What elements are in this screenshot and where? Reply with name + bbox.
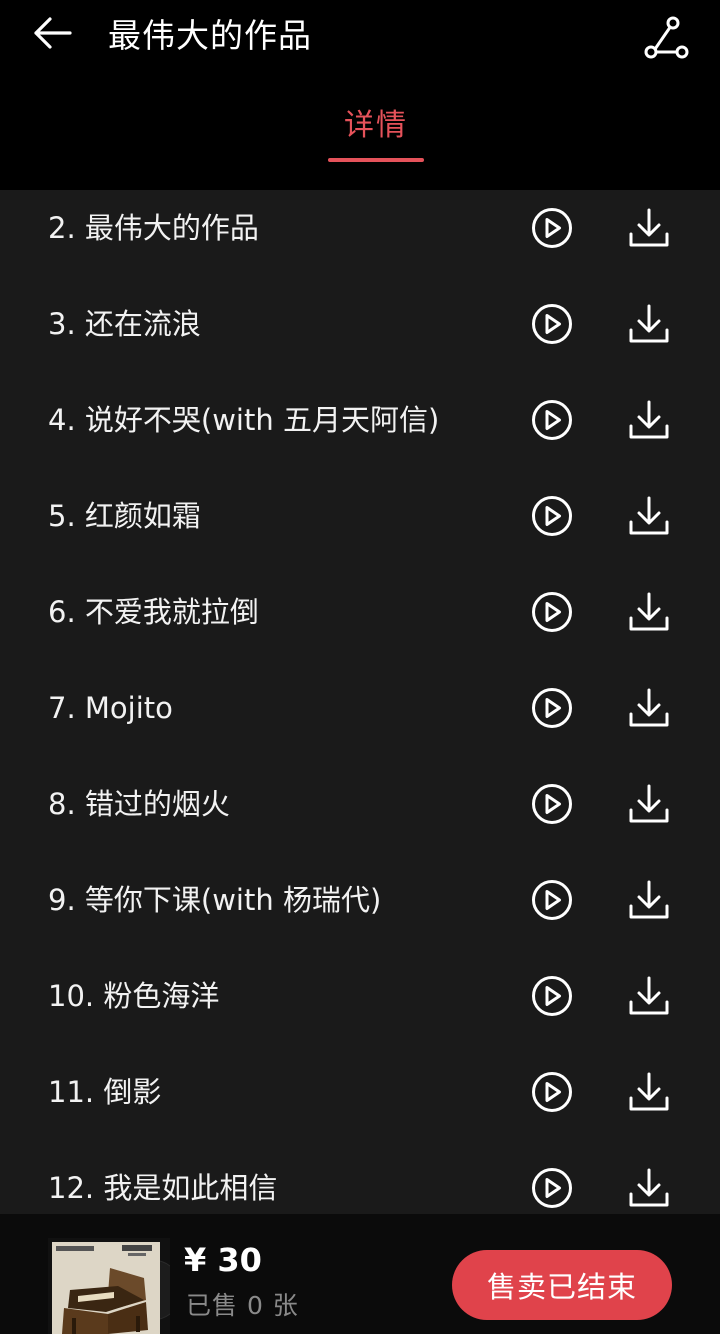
download-icon [629,784,669,823]
share-icon [644,16,689,59]
track-title: 12. 我是如此相信 [48,1171,278,1205]
play-circle-icon [532,784,572,824]
play-button[interactable] [526,682,578,734]
play-button[interactable] [526,394,578,446]
price: ¥ 30 [184,1241,262,1279]
track-title: 8. 错过的烟火 [48,787,230,821]
sold-count: 已售 0 张 [186,1291,299,1320]
download-button[interactable] [623,1162,675,1214]
play-circle-icon [532,880,572,920]
download-icon [629,1072,669,1111]
track-row[interactable]: 11. 倒影 [0,1054,720,1150]
play-button[interactable] [526,778,578,830]
play-button[interactable] [526,1162,578,1214]
track-row[interactable]: 8. 错过的烟火 [0,766,720,862]
play-button[interactable] [526,874,578,926]
track-title: 3. 还在流浪 [48,307,201,341]
share-button[interactable] [636,12,694,64]
page-title: 最伟大的作品 [108,16,312,55]
tab-details-label: 详情 [344,108,408,143]
app-header: 最伟大的作品 详情 [0,0,720,190]
download-button[interactable] [623,778,675,830]
play-circle-icon [532,304,572,344]
play-circle-icon [532,592,572,632]
download-button[interactable] [623,970,675,1022]
track-row[interactable]: 4. 说好不哭(with 五月天阿信) [0,382,720,478]
track-row[interactable]: 6. 不爱我就拉倒 [0,574,720,670]
play-circle-icon [532,208,572,248]
play-button[interactable] [526,586,578,638]
tab-active-indicator [328,158,424,162]
track-title: 7. Mojito [48,691,173,725]
album-cover-image [48,1238,170,1334]
track-row[interactable]: 12. 我是如此相信 [0,1150,720,1214]
purchase-bar: ¥ 30 已售 0 张 售卖已结束 [0,1214,720,1334]
track-title: 9. 等你下课(with 杨瑞代) [48,883,382,917]
download-icon [629,688,669,727]
track-title: 4. 说好不哭(with 五月天阿信) [48,403,440,437]
play-circle-icon [532,976,572,1016]
arrow-left-icon [34,17,72,49]
download-button[interactable] [623,298,675,350]
track-list[interactable]: 2. 最伟大的作品 3. 还在流浪 4. 说好不哭(with 五月天阿信) 5. 红颜… [0,190,720,1214]
play-button[interactable] [526,1066,578,1118]
play-circle-icon [532,1168,572,1208]
track-title: 11. 倒影 [48,1075,162,1109]
play-button[interactable] [526,490,578,542]
track-row[interactable]: 2. 最伟大的作品 [0,190,720,286]
track-row[interactable]: 3. 还在流浪 [0,286,720,382]
download-button[interactable] [623,394,675,446]
play-circle-icon [532,688,572,728]
download-icon [629,1168,669,1207]
track-title: 2. 最伟大的作品 [48,211,259,245]
play-button[interactable] [526,202,578,254]
download-icon [629,496,669,535]
track-title: 6. 不爱我就拉倒 [48,595,259,629]
play-circle-icon [532,400,572,440]
download-button[interactable] [623,490,675,542]
download-icon [629,976,669,1015]
track-title: 5. 红颜如霜 [48,499,201,533]
download-button[interactable] [623,586,675,638]
sale-ended-label: 售卖已结束 [486,1270,637,1304]
download-button[interactable] [623,1066,675,1118]
download-icon [629,880,669,919]
play-circle-icon [532,1072,572,1112]
download-button[interactable] [623,874,675,926]
download-button[interactable] [623,202,675,254]
track-row[interactable]: 10. 粉色海洋 [0,958,720,1054]
download-icon [629,400,669,439]
sale-ended-button[interactable]: 售卖已结束 [452,1250,672,1320]
track-row[interactable]: 9. 等你下课(with 杨瑞代) [0,862,720,958]
play-button[interactable] [526,298,578,350]
track-row[interactable]: 7. Mojito [0,670,720,766]
track-title: 10. 粉色海洋 [48,979,220,1013]
back-button[interactable] [26,10,78,56]
download-icon [629,208,669,247]
download-button[interactable] [623,682,675,734]
tab-details[interactable]: 详情 [328,104,424,162]
download-icon [629,592,669,631]
play-circle-icon [532,496,572,536]
download-icon [629,304,669,343]
play-button[interactable] [526,970,578,1022]
track-row[interactable]: 5. 红颜如霜 [0,478,720,574]
